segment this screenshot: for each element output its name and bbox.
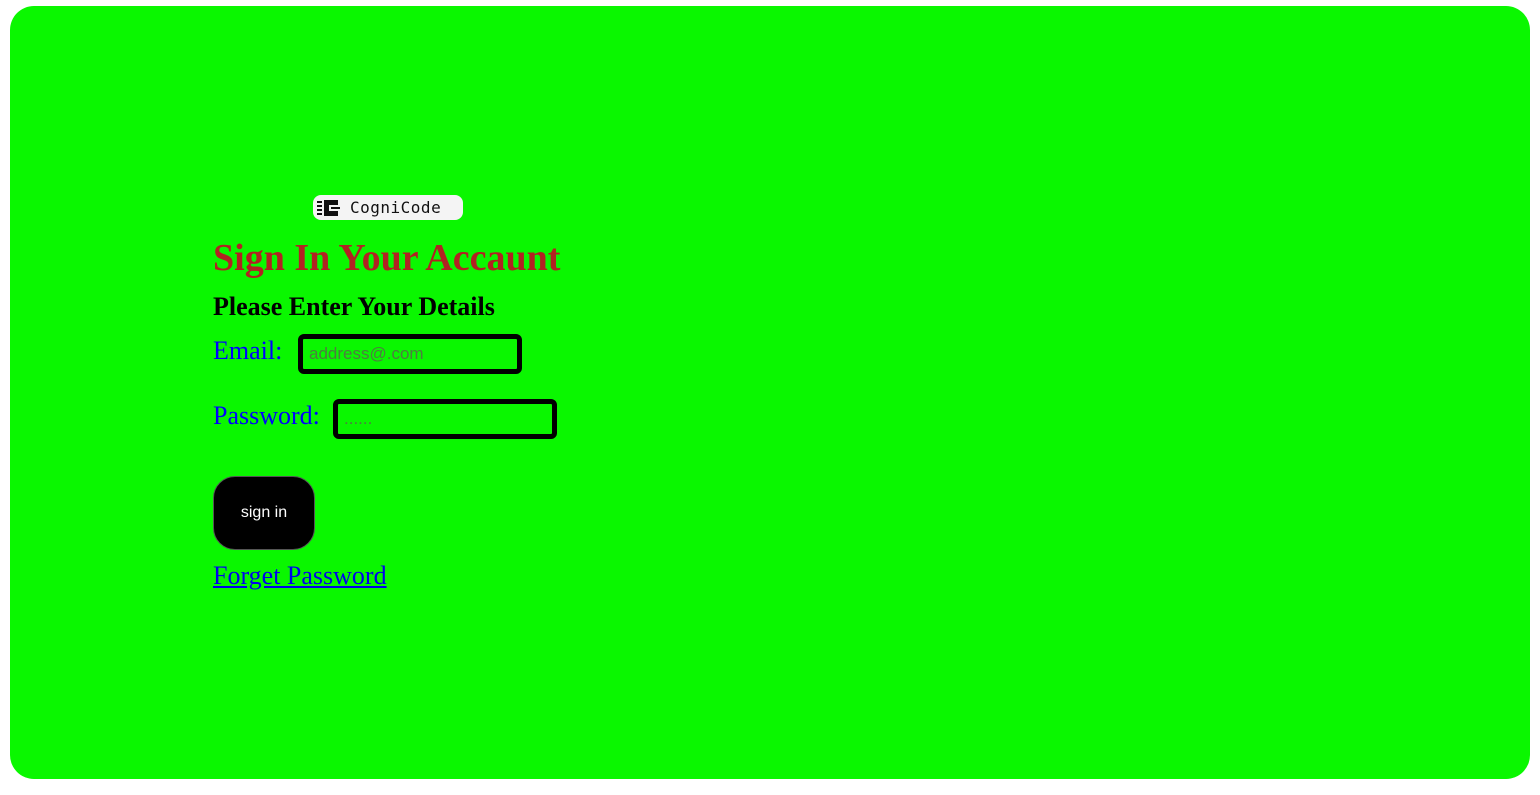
- logo-text: CogniCode: [350, 198, 442, 217]
- email-input[interactable]: [298, 334, 522, 374]
- sign-in-button[interactable]: sign in: [213, 476, 315, 550]
- cognicode-logo-icon: [317, 199, 340, 216]
- login-card: CogniCode Sign In Your Accaunt Please En…: [10, 6, 1530, 779]
- email-label: Email:: [213, 336, 283, 365]
- password-label: Password:: [213, 401, 320, 430]
- forgot-password-link[interactable]: Forget Password: [213, 561, 387, 591]
- password-input[interactable]: [333, 399, 557, 439]
- page-title: Sign In Your Accaunt: [213, 237, 561, 279]
- logo: CogniCode: [313, 195, 463, 220]
- page-subtitle: Please Enter Your Details: [213, 292, 495, 321]
